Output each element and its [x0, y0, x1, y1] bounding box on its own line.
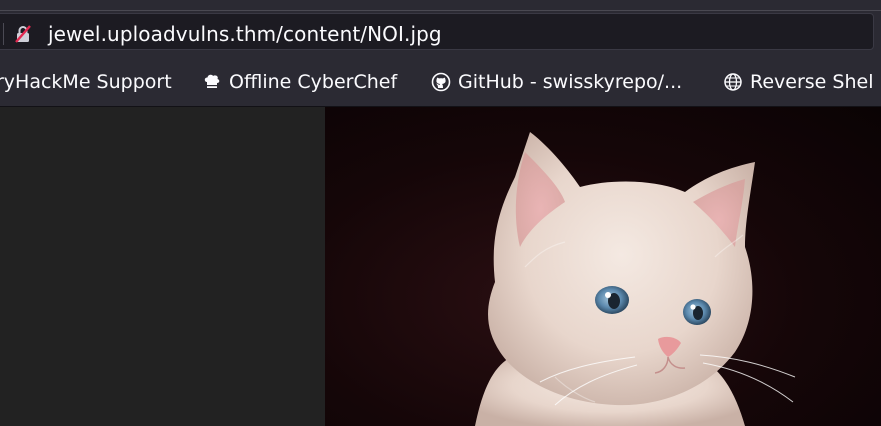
- github-icon: [431, 72, 451, 92]
- bookmark-tryhackme-support[interactable]: ryHackMe Support: [0, 71, 172, 93]
- kitten-illustration: [475, 132, 796, 426]
- chef-hat-icon: [204, 74, 220, 88]
- bookmark-reverse-shell[interactable]: Reverse Shel: [723, 71, 873, 93]
- bookmark-label: ryHackMe Support: [0, 71, 172, 93]
- bookmark-label: GitHub - swisskyrepo/...: [458, 71, 683, 93]
- browser-window: jewel.uploadvulns.thm/content/NOI.jpg ry…: [0, 0, 881, 426]
- bookmark-label: Offline CyberChef: [229, 71, 398, 93]
- bookmarks-toolbar: ryHackMe Support Offline CyberChef GitHu…: [0, 54, 881, 107]
- bookmark-github-swisskyrepo[interactable]: GitHub - swisskyrepo/...: [431, 71, 682, 93]
- image-viewer-background: [0, 107, 325, 426]
- kitten-image[interactable]: [325, 107, 881, 426]
- bookmark-label: Reverse Shel: [750, 71, 874, 93]
- bookmark-offline-cyberchef[interactable]: Offline CyberChef: [202, 71, 397, 93]
- globe-icon: [724, 73, 742, 91]
- tab-strip-edge: [0, 0, 881, 11]
- insecure-connection-lock-icon[interactable]: [14, 25, 32, 43]
- navigation-toolbar: jewel.uploadvulns.thm/content/NOI.jpg: [0, 11, 881, 54]
- urlbar-separator: [3, 23, 4, 45]
- url-bar[interactable]: jewel.uploadvulns.thm/content/NOI.jpg: [0, 13, 874, 50]
- url-text[interactable]: jewel.uploadvulns.thm/content/NOI.jpg: [48, 22, 442, 46]
- page-content: [0, 107, 881, 426]
